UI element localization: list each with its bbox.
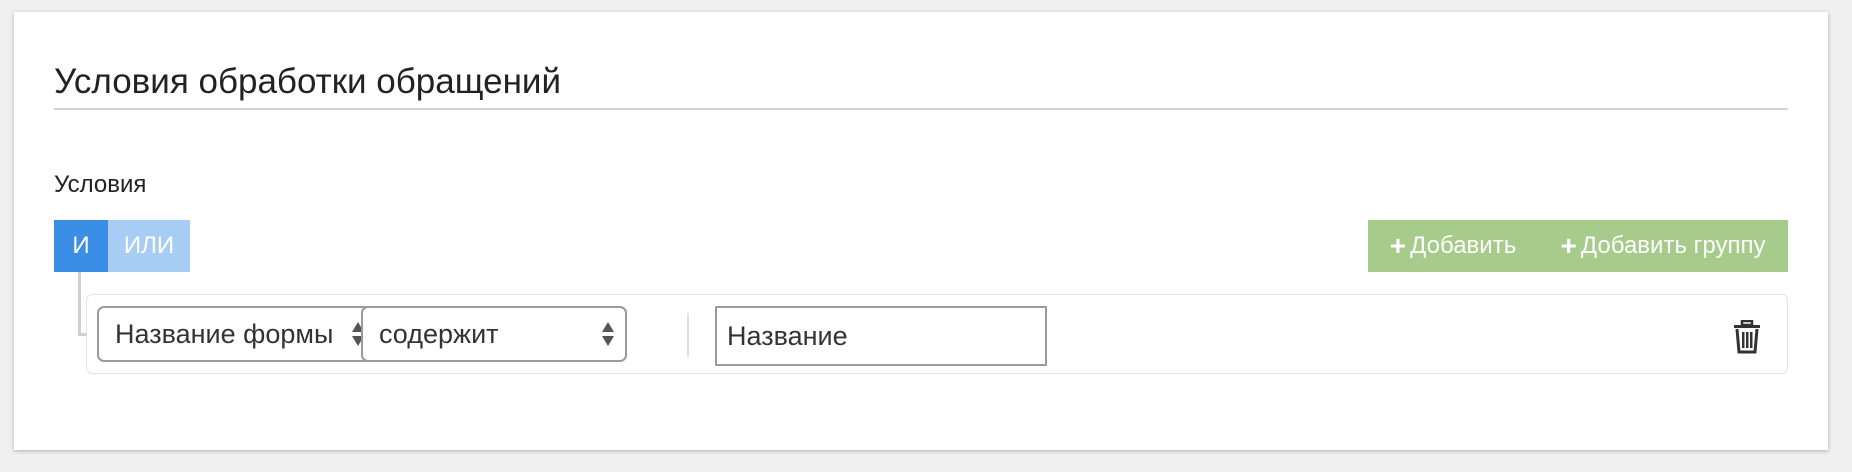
or-button[interactable]: ИЛИ [108, 220, 190, 272]
tree-connector [78, 272, 81, 336]
operator-select-value: содержит [379, 318, 499, 349]
field-select[interactable]: Название формы [97, 306, 377, 362]
logic-toggle: И ИЛИ [54, 220, 190, 272]
title-divider [54, 108, 1788, 110]
add-group-label: Добавить группу [1580, 232, 1766, 259]
conditions-panel: Условия обработки обращений Условия И ИЛ… [14, 12, 1828, 450]
value-input[interactable] [715, 306, 1047, 366]
trash-icon[interactable] [1731, 320, 1763, 354]
sort-icon [602, 322, 614, 346]
section-label: Условия [54, 171, 147, 198]
operator-select[interactable]: содержит [361, 306, 627, 362]
plus-icon: + [1560, 230, 1577, 261]
plus-icon: + [1389, 230, 1407, 261]
rule-row: Название формы содержит [86, 294, 1788, 374]
and-button[interactable]: И [54, 220, 108, 272]
field-select-value: Название формы [115, 318, 334, 349]
add-group-button[interactable]: + Добавить группу [1538, 220, 1788, 272]
add-actions: + Добавить + Добавить группу [1368, 220, 1788, 272]
rule-separator [687, 313, 689, 357]
add-condition-label: Добавить [1410, 232, 1517, 259]
add-condition-button[interactable]: + Добавить [1368, 220, 1538, 272]
page-title: Условия обработки обращений [54, 62, 562, 101]
